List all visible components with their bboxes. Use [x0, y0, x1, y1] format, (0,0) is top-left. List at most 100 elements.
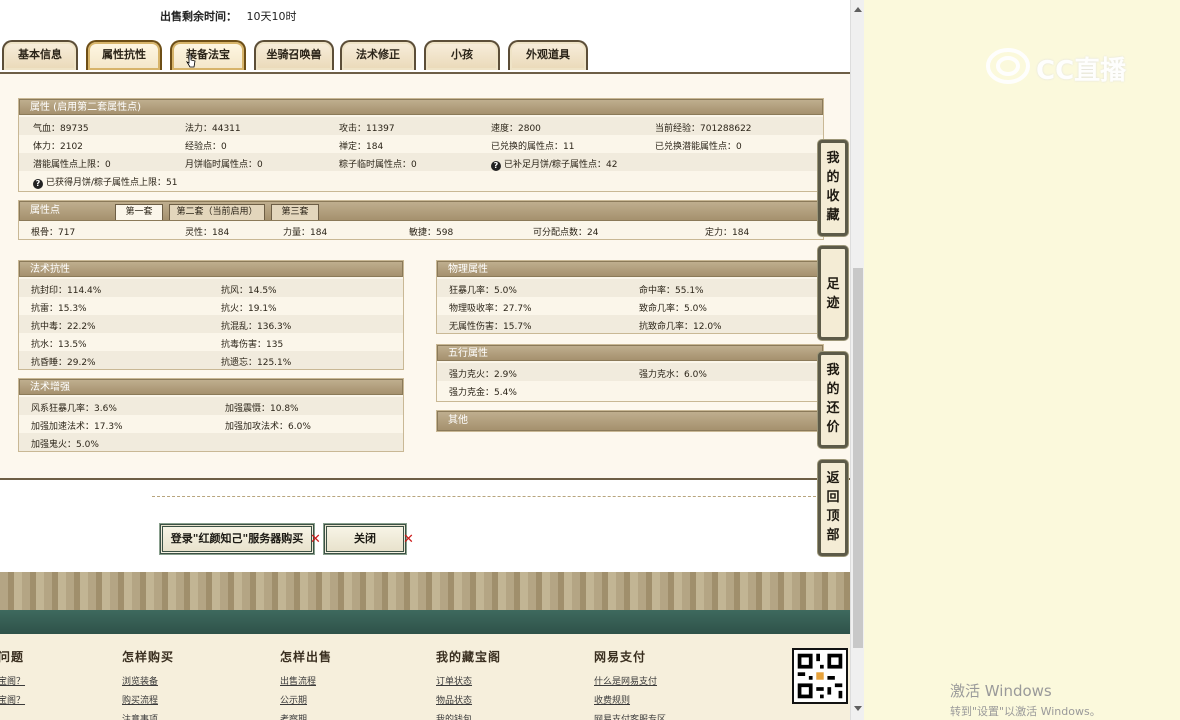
attr-mooncake-temp: 月饼临时属性点：0: [185, 160, 263, 170]
magic-boost-title: 法术增强: [19, 379, 403, 395]
footer: 问题 宝阁？ 宝阁？ 怎样购买 浏览装备 购买流程 注意事项 怎样出售 出售流程…: [0, 634, 850, 720]
footer-col-title: 怎样出售: [280, 650, 333, 664]
footer-link[interactable]: 我的钱包: [436, 711, 501, 720]
footer-link[interactable]: 购买流程: [122, 692, 174, 711]
tab-equipment[interactable]: 装备法宝: [170, 40, 246, 70]
magic-boost-box: 法术增强 风系狂暴几率：3.6% 加强震慑：10.8% 加强加速法术：17.3%…: [18, 378, 404, 452]
resist-thunder: 抗雷：15.3%: [31, 304, 87, 314]
attributes-title: 属性 (启用第二套属性点): [19, 99, 823, 115]
sidebar-favorites[interactable]: 我的收藏: [818, 140, 848, 236]
elements-title: 五行属性: [437, 345, 823, 361]
attr-hp: 气血：89735: [33, 124, 89, 134]
tab-appearance-items[interactable]: 外观道具: [508, 40, 588, 70]
point-constitution: 根骨：717: [31, 228, 76, 238]
footer-link[interactable]: 注意事项: [122, 711, 174, 720]
resist-forget: 抗遗忘：125.1%: [221, 358, 292, 368]
sidebar-offers[interactable]: 我的还价: [818, 352, 848, 448]
footer-col-faq: 问题 宝阁？ 宝阁？: [0, 648, 25, 711]
attr-exchanged-potential: 已兑换潜能属性点：0: [655, 142, 742, 152]
scroll-thumb[interactable]: [853, 268, 863, 648]
footer-col-title: 我的藏宝阁: [436, 650, 502, 664]
footer-link[interactable]: 什么是网易支付: [594, 673, 666, 692]
scroll-down-icon[interactable]: [854, 706, 862, 711]
boost-wind-crit: 风系狂暴几率：3.6%: [31, 404, 117, 414]
footer-col-title: 网易支付: [594, 650, 647, 664]
resist-fire: 抗火：19.1%: [221, 304, 277, 314]
boost-haste: 加强加速法术：17.3%: [31, 422, 123, 432]
point-agility: 敏捷：598: [409, 228, 454, 238]
phys-true-damage: 无属性伤害：15.7%: [449, 322, 532, 332]
close-button[interactable]: 关闭: [323, 523, 407, 555]
sale-time-bar: 出售剩余时间： 10天10时: [0, 0, 850, 30]
sale-time: 出售剩余时间： 10天10时: [160, 8, 297, 24]
footer-link[interactable]: 宝阁？: [0, 692, 25, 711]
tab-spell-correction[interactable]: 法术修正: [340, 40, 416, 70]
footer-col-how-to-buy: 怎样购买 浏览装备 购买流程 注意事项: [122, 648, 174, 720]
phys-absorb: 物理吸收率：27.7%: [449, 304, 532, 314]
resist-poison-damage: 抗毒伤害：135: [221, 340, 284, 350]
watermark-text: CC直播: [1036, 56, 1127, 86]
boost-ghost-fire: 加强鬼火：5.0%: [31, 440, 99, 450]
tab-bar: 基本信息 属性抗性 装备法宝 坐骑召唤兽 法术修正 小孩 外观道具: [0, 34, 850, 74]
buy-on-server-button[interactable]: 登录"红颜知己"服务器购买: [159, 523, 315, 555]
footer-col-how-to-sell: 怎样出售 出售流程 公示期 考察期: [280, 648, 332, 720]
tab-mounts-summons[interactable]: 坐骑召唤兽: [254, 40, 334, 70]
help-icon[interactable]: ?: [33, 179, 43, 189]
attr-attack: 攻击：11397: [339, 124, 395, 134]
attr-zen: 禅定：184: [339, 142, 384, 152]
attr-exp: 当前经验：701288622: [655, 124, 752, 134]
activation-title: 激活 Windows: [950, 682, 1052, 700]
sale-time-value: 10天10时: [246, 10, 297, 23]
tab-attributes-resist[interactable]: 属性抗性: [86, 40, 162, 70]
phys-anti-fatal: 抗致命几率：12.0%: [639, 322, 722, 332]
attr-filled-points: ? 已补足月饼/粽子属性点：42: [491, 157, 618, 171]
element-water: 强力克水：6.0%: [639, 370, 707, 380]
qr-code-icon: [792, 648, 848, 704]
close-x-icon: ✕: [403, 532, 414, 547]
attr-potential-limit: 潜能属性点上限：0: [33, 160, 111, 170]
scroll-up-icon[interactable]: [854, 7, 862, 12]
sidebar-history-label: 足迹: [826, 277, 840, 311]
resist-water: 抗水：13.5%: [31, 340, 87, 350]
activation-subtitle: 转到"设置"以激活 Windows。: [950, 705, 1101, 718]
points-box: 属性点 第一套 第二套（当前启用） 第三套 根骨：717 灵性：184 力量：1…: [18, 200, 824, 240]
boost-attack-spell: 加强加攻法术：6.0%: [225, 422, 311, 432]
point-available: 可分配点数：24: [533, 228, 599, 238]
footer-link[interactable]: 考察期: [280, 711, 332, 720]
attr-exchanged-points: 已兑换的属性点：11: [491, 142, 575, 152]
sidebar-offers-label: 我的还价: [826, 363, 840, 435]
footer-link[interactable]: 出售流程: [280, 673, 332, 692]
resist-sleep: 抗昏睡：29.2%: [31, 358, 96, 368]
subtab-set-3[interactable]: 第三套: [271, 204, 319, 220]
footer-link[interactable]: 宝阁？: [0, 673, 25, 692]
physical-title: 物理属性: [437, 261, 823, 277]
footer-link[interactable]: 订单状态: [436, 673, 501, 692]
footer-col-payment: 网易支付 什么是网易支付 收费规则 网易支付客服专区: [594, 648, 666, 720]
footer-link[interactable]: 浏览装备: [122, 673, 174, 692]
attributes-box: 属性 (启用第二套属性点) 气血：89735 法力：44311 攻击：11397…: [18, 98, 824, 192]
tab-basic-info[interactable]: 基本信息: [2, 40, 78, 70]
element-metal: 强力克金：5.4%: [449, 388, 517, 398]
vertical-scrollbar[interactable]: [850, 0, 864, 720]
subtab-set-2[interactable]: 第二套（当前启用）: [169, 204, 265, 220]
footer-link[interactable]: 网易支付客服专区: [594, 711, 666, 720]
element-fire: 强力克火：2.9%: [449, 370, 517, 380]
footer-col-title: 怎样购买: [122, 650, 175, 664]
footer-link[interactable]: 物品状态: [436, 692, 501, 711]
phys-hit-rate: 命中率：55.1%: [639, 286, 704, 296]
help-icon[interactable]: ?: [491, 161, 501, 171]
attr-speed: 速度：2800: [491, 124, 541, 134]
sidebar-back-to-top-label: 返回顶部: [826, 471, 840, 543]
attr-zongzi-temp: 粽子临时属性点：0: [339, 160, 417, 170]
elements-box: 五行属性 强力克火：2.9% 强力克水：6.0% 强力克金：5.4%: [436, 344, 824, 402]
sidebar-history[interactable]: 足迹: [818, 246, 848, 340]
footer-link[interactable]: 公示期: [280, 692, 332, 711]
footer-decoration: [0, 572, 850, 634]
subtab-set-1[interactable]: 第一套: [115, 204, 163, 220]
footer-link[interactable]: 收费规则: [594, 692, 666, 711]
sidebar-favorites-label: 我的收藏: [826, 151, 840, 223]
tab-children[interactable]: 小孩: [424, 40, 500, 70]
sidebar-back-to-top[interactable]: 返回顶部: [818, 460, 848, 556]
point-strength: 力量：184: [283, 228, 328, 238]
point-spirit: 灵性：184: [185, 228, 230, 238]
